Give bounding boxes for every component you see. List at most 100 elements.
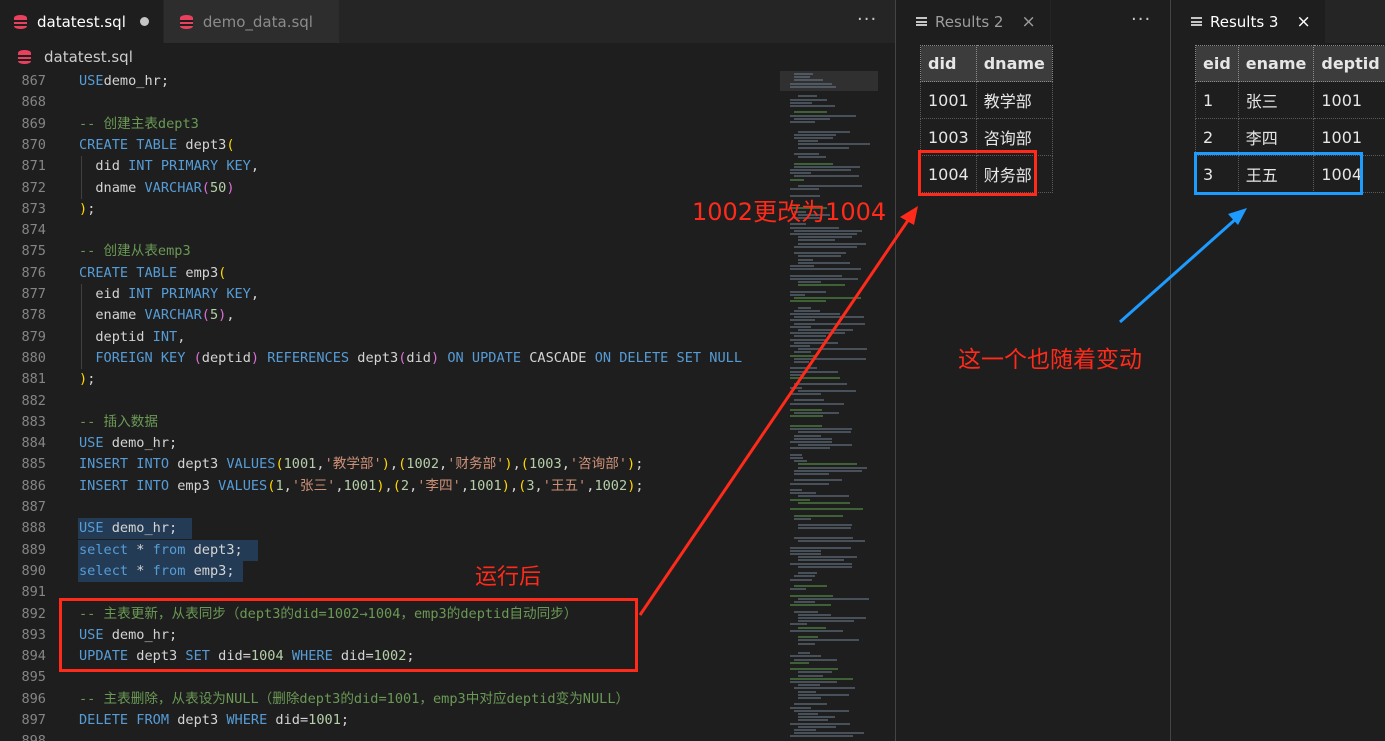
- minimap-line: [790, 623, 807, 626]
- table-cell[interactable]: 1001: [920, 81, 977, 119]
- code-text: did INT PRIMARY KEY,: [79, 158, 260, 175]
- code-line[interactable]: 883 -- 插入数据: [0, 412, 878, 433]
- line-number: 868: [21, 94, 46, 111]
- code-line[interactable]: 887: [0, 497, 878, 518]
- code-line[interactable]: 896 -- 主表删除，从表设为NULL（删除dept3的did=1001，emp…: [0, 689, 878, 710]
- column-header[interactable]: did: [920, 45, 977, 82]
- line-number: 872: [21, 179, 46, 196]
- column-header[interactable]: dname: [975, 45, 1053, 82]
- code-line[interactable]: 889 select * from dept3;: [0, 540, 878, 561]
- minimap-line: [794, 361, 809, 363]
- minimap-line: [798, 258, 813, 261]
- line-number: 881: [21, 371, 46, 388]
- code-line[interactable]: 868: [0, 92, 878, 113]
- code-line[interactable]: 877 eid INT PRIMARY KEY,: [0, 284, 878, 305]
- code-line[interactable]: 871 did INT PRIMARY KEY,: [0, 156, 878, 177]
- line-number: 882: [21, 392, 46, 409]
- close-icon[interactable]: ×: [1021, 12, 1035, 32]
- code-text: eid INT PRIMARY KEY,: [79, 286, 260, 302]
- minimap-line: [798, 642, 815, 645]
- table-row[interactable]: 1001 教学部: [920, 81, 1053, 119]
- minimap-line: [794, 469, 862, 472]
- code-line[interactable]: 888 USE demo_hr;: [0, 518, 878, 539]
- minimap-line: [790, 233, 857, 235]
- table-cell[interactable]: 张三: [1237, 81, 1315, 119]
- minimap-line: [798, 242, 866, 245]
- minimap-line: [798, 444, 852, 447]
- code-line[interactable]: 869 -- 创建主表dept3: [0, 114, 878, 135]
- code-line[interactable]: 876 CREATE TABLE emp3(: [0, 263, 878, 284]
- table-row[interactable]: 2 李四 1001: [1195, 118, 1385, 156]
- minimap-line: [794, 537, 853, 539]
- table-cell[interactable]: 1: [1195, 81, 1239, 119]
- minimap-line: [794, 601, 815, 603]
- minimap-line: [798, 146, 849, 149]
- line-number: 873: [21, 200, 46, 217]
- code-line[interactable]: 867 USEdemo_hr;: [0, 71, 878, 92]
- table-cell[interactable]: 1001: [1313, 118, 1385, 156]
- column-header[interactable]: deptid: [1313, 45, 1385, 82]
- more-actions-icon[interactable]: ···: [857, 9, 877, 30]
- breadcrumb[interactable]: datatest.sql: [0, 43, 895, 71]
- code-text: CREATE TABLE emp3(: [79, 264, 227, 281]
- minimap-line: [790, 428, 852, 431]
- code-line[interactable]: 884 USE demo_hr;: [0, 433, 878, 454]
- code-text: -- 创建主表dept3: [79, 115, 199, 132]
- code-line[interactable]: 880 FOREIGN KEY (deptid) REFERENCES dept…: [0, 348, 878, 369]
- minimap-line: [790, 508, 863, 511]
- table-cell[interactable]: 2: [1195, 118, 1239, 156]
- minimap-line: [790, 482, 829, 485]
- minimap[interactable]: [780, 71, 878, 741]
- database-icon: [18, 50, 31, 64]
- minimap-line: [794, 111, 827, 114]
- code-line[interactable]: 897 DELETE FROM dept3 WHERE did=1001;: [0, 710, 878, 731]
- after-run-label: 运行后: [475, 565, 542, 590]
- more-actions-icon[interactable]: ···: [1131, 9, 1151, 30]
- minimap-line: [794, 341, 838, 344]
- minimap-line: [790, 354, 817, 357]
- code-line[interactable]: 890 select * from emp3;: [0, 561, 878, 582]
- code-line[interactable]: 898: [0, 731, 878, 741]
- code-line[interactable]: 882: [0, 391, 878, 412]
- code-text: deptid INT,: [79, 328, 186, 345]
- minimap-line: [790, 277, 858, 280]
- table-row[interactable]: 1 张三 1001: [1195, 81, 1385, 119]
- minimap-line: [798, 185, 862, 187]
- code-line[interactable]: 886 INSERT INTO emp3 VALUES(1,'张三',1001),…: [0, 476, 878, 497]
- code-text: );: [79, 200, 96, 217]
- column-header[interactable]: eid: [1195, 45, 1239, 82]
- close-icon[interactable]: ×: [1296, 12, 1310, 32]
- breadcrumb-file[interactable]: datatest.sql: [44, 48, 133, 66]
- table-cell[interactable]: 1001: [1313, 81, 1385, 119]
- minimap-line: [790, 188, 819, 191]
- tab-demo-data-sql[interactable]: demo_data.sql: [163, 0, 340, 43]
- unsaved-dot-icon[interactable]: [139, 17, 149, 26]
- minimap-line: [794, 514, 843, 517]
- line-number: 887: [21, 499, 46, 515]
- line-number: 869: [21, 115, 46, 132]
- line-number: 871: [21, 158, 46, 175]
- tab-datatest-sql[interactable]: datatest.sql: [0, 0, 164, 43]
- minimap-line: [790, 367, 817, 370]
- code-line[interactable]: 879 deptid INT,: [0, 327, 878, 348]
- table-cell[interactable]: 教学部: [975, 81, 1053, 119]
- minimap-line: [790, 578, 812, 581]
- code-text: FOREIGN KEY (deptid) REFERENCES dept3(di…: [79, 349, 743, 366]
- code-line[interactable]: 885 INSERT INTO dept3 VALUES(1001,'教学部'),…: [0, 454, 878, 475]
- code-line[interactable]: 878 ename VARCHAR(5),: [0, 305, 878, 326]
- minimap-line: [790, 549, 821, 552]
- minimap-line: [798, 143, 870, 146]
- minimap-line: [798, 597, 869, 600]
- minimap-line: [794, 729, 816, 731]
- minimap-line: [794, 412, 839, 415]
- tab-results-3[interactable]: Results 3 ×: [1171, 0, 1326, 43]
- code-line[interactable]: 875 -- 创建从表emp3: [0, 241, 878, 262]
- minimap-line: [798, 130, 850, 133]
- code-line[interactable]: 881);: [0, 369, 878, 390]
- column-header[interactable]: ename: [1237, 45, 1315, 82]
- follow-row-highlight-box: [1194, 152, 1363, 195]
- code-line[interactable]: 870 CREATE TABLE dept3(: [0, 135, 878, 156]
- tab-results-2[interactable]: Results 2 ×: [896, 0, 1051, 43]
- minimap-line: [794, 575, 815, 578]
- table-cell[interactable]: 李四: [1237, 118, 1315, 156]
